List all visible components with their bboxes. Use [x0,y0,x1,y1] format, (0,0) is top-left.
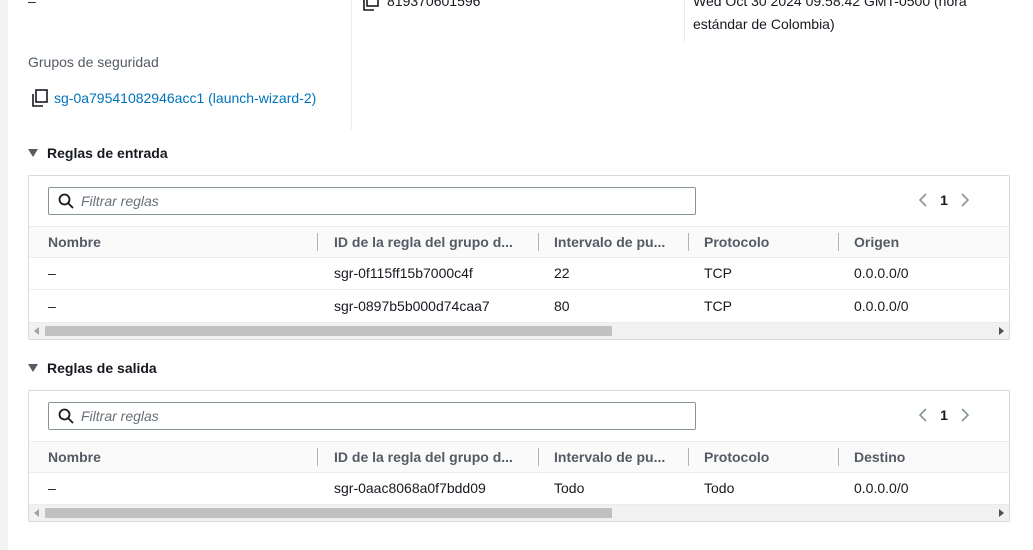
cell-source: 0.0.0.0/0 [854,265,909,281]
column-header-port-range[interactable]: Intervalo de pu... [554,227,665,257]
cell-name: – [48,480,56,496]
column-resizer[interactable] [538,448,539,466]
horizontal-scrollbar[interactable] [29,322,1009,339]
outbound-pagination: 1 [912,404,976,426]
copy-icon[interactable] [31,89,49,107]
chevron-right-icon[interactable] [954,404,976,426]
cell-rule-id: sgr-0f115ff15b7000c4f [334,265,473,281]
outbound-page-number[interactable]: 1 [934,407,954,423]
launch-time-line2: estándar de Colombia) [693,16,835,32]
column-resizer[interactable] [317,448,318,466]
column-header-port-range[interactable]: Intervalo de pu... [554,442,665,472]
outbound-rules-toggle[interactable]: Reglas de salida [28,360,157,376]
caret-down-icon [28,364,38,372]
scroll-left-arrow[interactable] [29,323,45,339]
cell-port-range: Todo [554,480,585,496]
column-resizer[interactable] [688,448,689,466]
inbound-rules-toggle[interactable]: Reglas de entrada [28,145,168,161]
column-header-destination[interactable]: Destino [854,442,905,472]
column-header-protocol[interactable]: Protocolo [704,442,769,472]
column-divider [351,0,352,130]
cell-rule-id: sgr-0897b5b000d74caa7 [334,298,490,314]
table-row[interactable]: – sgr-0f115ff15b7000c4f 22 TCP 0.0.0.0/0 [29,257,1009,290]
security-group-link[interactable]: sg-0a79541082946acc1 (launch-wizard-2) [54,90,316,106]
column-header-rule-id[interactable]: ID de la regla del grupo d... [334,227,513,257]
scroll-thumb[interactable] [45,326,612,336]
cell-name: – [48,265,56,281]
column-header-protocol[interactable]: Protocolo [704,227,769,257]
search-icon [58,408,74,424]
launch-time-line1: Wed Oct 30 2024 09:58:42 GMT-0500 (hora [693,0,967,9]
cell-protocol: Todo [704,480,735,496]
column-header-rule-id[interactable]: ID de la regla del grupo d... [334,442,513,472]
scroll-right-arrow[interactable] [993,505,1009,521]
outbound-rules-panel: 1 Nombre ID de la regla del grupo d... I… [28,390,1010,522]
chevron-left-icon[interactable] [912,404,934,426]
cell-rule-id: sgr-0aac8068a0f7bdd09 [334,480,486,496]
cell-destination: 0.0.0.0/0 [854,480,909,496]
chevron-left-icon[interactable] [912,189,934,211]
outbound-rules-title: Reglas de salida [47,360,157,376]
column-resizer[interactable] [838,448,839,466]
column-header-source[interactable]: Origen [854,227,899,257]
outbound-table-header: Nombre ID de la regla del grupo d... Int… [29,441,1009,473]
detail-value: – [28,0,36,9]
owner-id-value: 819370601596 [387,0,481,9]
horizontal-scrollbar[interactable] [29,504,1009,521]
cell-port-range: 22 [554,265,570,281]
search-icon [58,193,74,209]
column-resizer[interactable] [688,233,689,251]
cell-protocol: TCP [704,298,732,314]
column-resizer[interactable] [317,233,318,251]
copy-icon[interactable] [362,0,380,11]
table-row[interactable]: – sgr-0897b5b000d74caa7 80 TCP 0.0.0.0/0 [29,290,1009,323]
inbound-rules-title: Reglas de entrada [47,145,168,161]
scroll-thumb[interactable] [45,508,612,518]
caret-down-icon [28,149,38,157]
inbound-rules-panel: 1 Nombre ID de la regla del grupo d... I… [28,175,1010,340]
inbound-table-header: Nombre ID de la regla del grupo d... Int… [29,226,1009,258]
inbound-pagination: 1 [912,189,976,211]
column-resizer[interactable] [538,233,539,251]
inbound-filter-field [48,187,696,215]
inbound-page-number[interactable]: 1 [934,192,954,208]
column-resizer[interactable] [838,233,839,251]
outbound-filter-input[interactable] [81,403,681,429]
cell-protocol: TCP [704,265,732,281]
inbound-filter-input[interactable] [81,188,681,214]
table-row[interactable]: – sgr-0aac8068a0f7bdd09 Todo Todo 0.0.0.… [29,472,1009,505]
column-header-name[interactable]: Nombre [48,227,101,257]
column-header-name[interactable]: Nombre [48,442,101,472]
cell-port-range: 80 [554,298,570,314]
chevron-right-icon[interactable] [954,189,976,211]
security-groups-label: Grupos de seguridad [28,54,159,70]
column-divider [684,0,685,42]
cell-name: – [48,298,56,314]
scroll-left-arrow[interactable] [29,505,45,521]
outbound-filter-field [48,402,696,430]
cell-source: 0.0.0.0/0 [854,298,909,314]
scroll-right-arrow[interactable] [993,323,1009,339]
